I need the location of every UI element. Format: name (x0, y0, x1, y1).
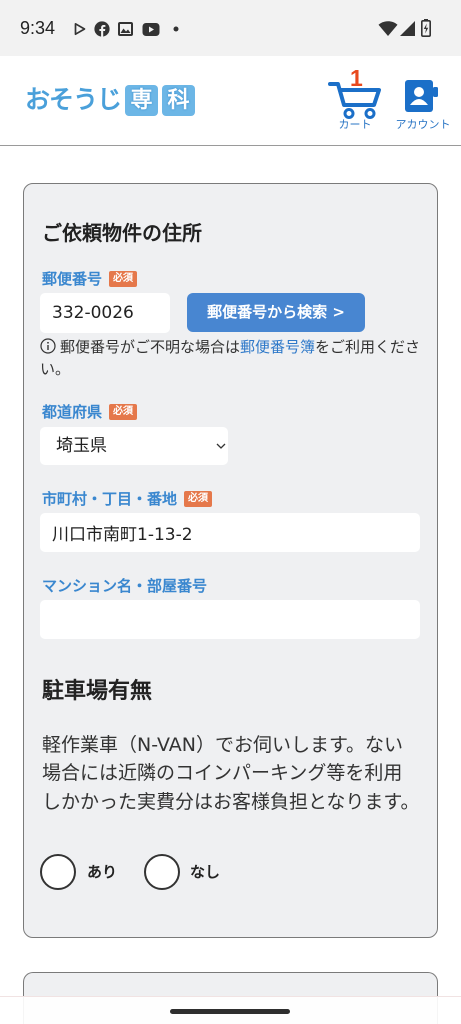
parking-section-title: 駐車場有無 (42, 679, 153, 704)
cart-button[interactable]: 1 カート (322, 64, 388, 140)
site-header: おそうじ 専 科 1 カート アカウント (0, 56, 461, 145)
cell-signal-icon (400, 21, 415, 36)
site-logo[interactable]: おそうじ 専 科 (25, 84, 196, 116)
parking-option-yes-radio[interactable] (40, 854, 76, 890)
postal-code-directory-link[interactable]: 郵便番号簿 (240, 338, 315, 356)
prefecture-label: 都道府県 必須 (42, 402, 138, 422)
battery-charging-icon (421, 19, 431, 37)
gesture-nav-bar (0, 996, 461, 1024)
prefecture-label-text: 都道府県 (42, 403, 103, 421)
prefecture-selected-value: 埼玉県 (56, 436, 107, 456)
city-address-input[interactable] (40, 513, 420, 552)
building-label-text: マンション名・部屋番号 (42, 577, 208, 595)
prefecture-select[interactable]: 埼玉県 (40, 427, 228, 465)
address-form-title: ご依頼物件の住所 (42, 221, 202, 245)
account-icon (405, 80, 438, 112)
logo-boxed-char: 科 (162, 84, 196, 116)
postal-search-button[interactable]: 郵便番号から検索 > (187, 293, 365, 332)
status-bar: 9:34 (0, 0, 461, 56)
account-label: アカウント (395, 118, 451, 131)
required-badge: 必須 (109, 404, 138, 420)
info-icon (40, 338, 56, 354)
facebook-icon (94, 21, 110, 37)
more-notifications-dot-icon (173, 26, 179, 32)
postal-help-text: 郵便番号がご不明な場合は郵便番号簿をご利用ください。 (40, 336, 422, 380)
required-badge: 必須 (184, 491, 213, 507)
address-form-card: ご依頼物件の住所 郵便番号 必須 郵便番号から検索 > 郵便番号がご不明な場合は… (23, 183, 438, 938)
postal-help-before: 郵便番号がご不明な場合は (60, 338, 241, 356)
required-badge: 必須 (109, 271, 138, 287)
wifi-icon (378, 21, 398, 36)
city-address-label-text: 市町村・丁目・番地 (42, 490, 178, 508)
city-address-label: 市町村・丁目・番地 必須 (42, 489, 213, 509)
postal-code-input[interactable] (40, 293, 170, 333)
parking-option-yes-label[interactable]: あり (87, 862, 117, 882)
parking-option-no-radio[interactable] (144, 854, 180, 890)
postal-code-label: 郵便番号 必須 (42, 269, 138, 289)
chevron-down-icon (216, 443, 226, 449)
account-button[interactable]: アカウント (392, 64, 454, 140)
home-handle[interactable] (170, 1009, 290, 1014)
logo-text: おそうじ (25, 85, 122, 114)
parking-option-no-label[interactable]: なし (190, 862, 220, 882)
parking-description: 軽作業車（N-VAN）でお伺いします。ない場合には近隣のコインパーキング等を利用… (42, 734, 420, 813)
status-time: 9:34 (20, 18, 56, 38)
header-divider (0, 145, 461, 146)
postal-code-label-text: 郵便番号 (42, 270, 103, 288)
youtube-icon (142, 23, 160, 36)
cart-count-badge: 1 (350, 65, 363, 91)
building-input[interactable] (40, 600, 420, 639)
gallery-icon (118, 22, 133, 36)
play-store-icon (74, 22, 86, 36)
logo-boxed-char: 専 (125, 84, 159, 116)
building-label: マンション名・部屋番号 (42, 576, 207, 596)
cart-label: カート (338, 118, 372, 131)
screen: 9:34 おそうじ 専 科 1 カート アカウント ご依頼物件の住所 郵便番号 … (0, 0, 461, 1024)
